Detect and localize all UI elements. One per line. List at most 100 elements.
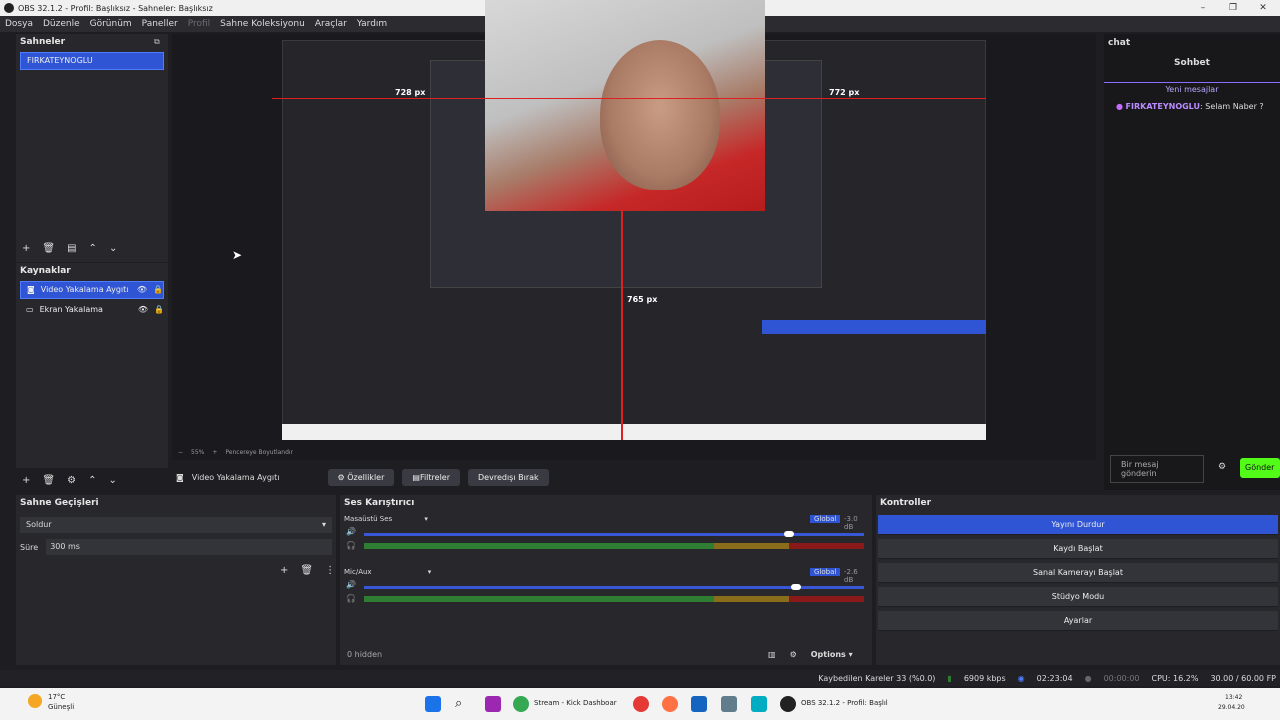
- volume-slider[interactable]: [364, 586, 864, 589]
- rec-time: 00:00:00: [1103, 673, 1140, 683]
- lock-icon[interactable]: 🔒: [154, 301, 164, 319]
- options-label: Options: [810, 650, 846, 659]
- transitions-toolbar: + 🗑 ⋮: [280, 565, 335, 576]
- obs-taskbar-icon[interactable]: [780, 696, 796, 712]
- mic-monitor-icon[interactable]: 🎧: [346, 594, 356, 603]
- chevron-down-icon[interactable]: ▾: [428, 568, 432, 576]
- clock-date: 29.04.20: [1218, 704, 1245, 711]
- mic-icon: ●: [1116, 102, 1123, 111]
- hidden-count[interactable]: 0 hidden: [347, 650, 382, 659]
- nested-controls-highlight: [762, 320, 986, 334]
- chevron-down-icon[interactable]: ▾: [424, 515, 428, 523]
- source-item[interactable]: ◙ Video Yakalama Aygıtı 👁 🔒: [20, 281, 164, 299]
- menu-scene-collection[interactable]: Sahne Koleksiyonu: [215, 19, 310, 29]
- menu-file[interactable]: Dosya: [0, 19, 38, 29]
- menu-tools[interactable]: Araçlar: [310, 19, 352, 29]
- gear-icon[interactable]: ⚙: [1218, 462, 1226, 472]
- minimize-icon[interactable]: –: [1188, 0, 1218, 16]
- gear-icon[interactable]: ⚙: [790, 650, 797, 659]
- deactivate-button[interactable]: Devredışı Bırak: [468, 468, 549, 486]
- menu-edit[interactable]: Düzenle: [38, 19, 85, 29]
- stop-stream-button[interactable]: Yayını Durdur: [878, 515, 1278, 535]
- speaker-icon[interactable]: 🔊: [346, 580, 356, 589]
- down-icon[interactable]: ⌄: [109, 243, 117, 254]
- taskbar-app-obs[interactable]: OBS 32.1.2 - Profil: Başlıl: [801, 699, 888, 707]
- undock-icon[interactable]: ⧉: [154, 37, 160, 47]
- start-virtual-camera-button[interactable]: Sanal Kamerayı Başlat: [878, 563, 1278, 583]
- opera-icon[interactable]: [633, 696, 649, 712]
- menu-docks[interactable]: Paneller: [137, 19, 183, 29]
- layout-icon[interactable]: ▥: [768, 650, 776, 659]
- trash-icon[interactable]: 🗑: [42, 475, 55, 486]
- transitions-dock: Sahne Geçişleri Soldur ▾ Süre 300 ms: [16, 495, 336, 665]
- windows-start-icon[interactable]: [425, 696, 441, 712]
- volume-knob[interactable]: [791, 584, 801, 590]
- duration-input[interactable]: 300 ms: [46, 539, 332, 555]
- maximize-icon[interactable]: ❐: [1218, 0, 1248, 16]
- fps: 30.00 / 60.00 FP: [1210, 673, 1276, 683]
- mixer-title: Ses Karıştırıcı: [344, 498, 415, 508]
- menu-profile[interactable]: Profil: [183, 19, 215, 29]
- zoom-out-icon[interactable]: −: [178, 449, 183, 456]
- chat-dock-title: chat: [1108, 38, 1131, 48]
- eye-icon[interactable]: 👁: [137, 281, 147, 299]
- eye-icon[interactable]: 👁: [138, 301, 148, 319]
- up-icon[interactable]: ⌃: [89, 243, 97, 254]
- transition-select[interactable]: Soldur ▾: [20, 517, 332, 533]
- copilot-icon[interactable]: [485, 696, 501, 712]
- chat-input[interactable]: Bir mesaj gönderin: [1110, 455, 1204, 483]
- lock-icon[interactable]: 🔒: [153, 281, 163, 299]
- firefox-icon[interactable]: [662, 696, 678, 712]
- channel-tag[interactable]: Global: [810, 515, 841, 523]
- trash-icon[interactable]: 🗑: [300, 565, 313, 576]
- window-title: OBS 32.1.2 - Profil: Başlıksız - Sahnele…: [18, 3, 213, 13]
- app-icon[interactable]: [751, 696, 767, 712]
- weather-text: Güneşli: [48, 703, 75, 711]
- add-icon[interactable]: +: [280, 565, 288, 576]
- monitor-icon[interactable]: 🎧: [346, 541, 356, 550]
- menu-help[interactable]: Yardım: [352, 19, 392, 29]
- channel-tag[interactable]: Global: [810, 568, 841, 576]
- bitrate: 6909 kbps: [963, 673, 1006, 683]
- sources-title: Kaynaklar: [20, 266, 71, 276]
- speaker-icon[interactable]: 🔊: [346, 527, 356, 536]
- camera-icon: ◙: [176, 472, 184, 482]
- store-icon[interactable]: [691, 696, 707, 712]
- gear-icon[interactable]: ⚙: [67, 475, 76, 486]
- send-button[interactable]: Gönder: [1240, 458, 1280, 478]
- source-item[interactable]: ▭ Ekran Yakalama 👁 🔒: [20, 301, 164, 319]
- properties-button[interactable]: ⚙ Özellikler: [327, 468, 395, 486]
- filter-icon[interactable]: ▤: [67, 243, 76, 254]
- chrome-icon[interactable]: [513, 696, 529, 712]
- channel-name: Masaüstü Ses: [344, 515, 393, 523]
- guide-label-bottom: 765 px: [627, 295, 658, 304]
- settings-button[interactable]: Ayarlar: [878, 611, 1278, 631]
- chat-user[interactable]: FIRKATEYNOGLU: [1126, 102, 1200, 111]
- close-icon[interactable]: ✕: [1248, 0, 1278, 16]
- up-icon[interactable]: ⌃: [88, 475, 96, 486]
- search-icon[interactable]: ⌕: [455, 696, 471, 712]
- trash-icon[interactable]: 🗑: [42, 243, 55, 254]
- taskbar-app-chrome[interactable]: Stream - Kick Dashboar: [534, 699, 617, 707]
- volume-row: 🔊: [344, 527, 864, 541]
- options-button[interactable]: Options ▾: [811, 650, 853, 659]
- more-icon[interactable]: ⋮: [325, 565, 335, 576]
- fit-window[interactable]: Pencereye Boyutlandır: [225, 449, 293, 456]
- properties-label: Özellikler: [347, 472, 385, 482]
- menu-view[interactable]: Görünüm: [85, 19, 137, 29]
- signal-icon: ▮: [947, 673, 952, 683]
- volume-knob[interactable]: [784, 531, 794, 537]
- add-icon[interactable]: +: [22, 475, 30, 486]
- guide-label-right: 772 px: [829, 88, 860, 97]
- chat-header: Sohbet: [1174, 58, 1210, 68]
- scene-item[interactable]: FIRKATEYNOGLU: [20, 52, 164, 70]
- start-recording-button[interactable]: Kaydı Başlat: [878, 539, 1278, 559]
- down-icon[interactable]: ⌄: [108, 475, 116, 486]
- add-icon[interactable]: +: [22, 243, 30, 254]
- live-time: 02:23:04: [1036, 673, 1073, 683]
- studio-mode-button[interactable]: Stüdyo Modu: [878, 587, 1278, 607]
- filters-button[interactable]: ▤Filtreler: [402, 468, 461, 486]
- weather-icon[interactable]: [28, 694, 42, 708]
- settings-icon[interactable]: [721, 696, 737, 712]
- zoom-in-icon[interactable]: +: [212, 449, 217, 456]
